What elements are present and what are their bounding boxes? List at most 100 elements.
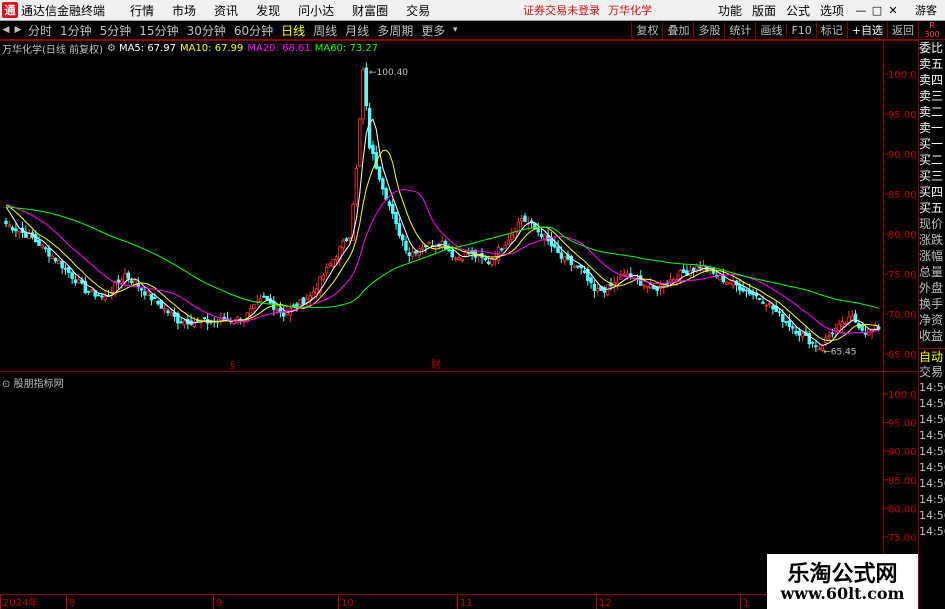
- candle-body: [285, 312, 289, 316]
- candle-body: [724, 281, 729, 285]
- candle-body: [90, 288, 94, 291]
- sub-y-tick-label: 80.00: [888, 504, 917, 515]
- candle-body: [308, 295, 312, 301]
- candle-body: [298, 299, 302, 305]
- quote-label: 委比: [919, 41, 944, 55]
- candle-body: [391, 203, 395, 215]
- candle-body: [73, 279, 78, 284]
- candle-body: [741, 287, 745, 292]
- candle-body: [619, 276, 623, 280]
- candle-body: [400, 234, 405, 241]
- candle-body: [553, 243, 557, 248]
- candle-body: [503, 244, 507, 249]
- quote-label: 买二: [919, 153, 944, 167]
- candle-body: [691, 267, 696, 272]
- candle-body: [328, 263, 332, 266]
- quote-label: 总量: [919, 265, 944, 279]
- sub-y-tick-label: 95.00: [888, 419, 917, 430]
- candle-body: [655, 287, 659, 291]
- candle-body: [605, 284, 610, 296]
- candle-body: [645, 285, 649, 288]
- candle-body: [784, 321, 788, 324]
- candle-body: [767, 303, 772, 305]
- y-tick-label: 95.00: [888, 110, 917, 121]
- candle-body: [354, 168, 359, 205]
- candle-body: [281, 312, 286, 317]
- candle-body: [698, 266, 702, 269]
- candle-body: [265, 295, 269, 301]
- candle-body: [100, 295, 104, 298]
- candle-body: [728, 282, 732, 285]
- auto-label[interactable]: 自动: [919, 348, 945, 364]
- tick-time: 14:56: [919, 445, 945, 458]
- x-tick-label: 12: [599, 598, 612, 609]
- y-tick-label: 85.00: [888, 190, 917, 201]
- candle-body: [252, 304, 256, 310]
- candle-body: [810, 341, 815, 344]
- low-annotation: ←65.45: [823, 347, 856, 357]
- candle-body: [384, 188, 388, 200]
- candle-body: [10, 227, 15, 231]
- candle-body: [53, 257, 58, 262]
- candle-body: [596, 288, 600, 292]
- quote-label: 买五: [919, 201, 944, 215]
- candle-body: [510, 234, 514, 240]
- candle-body: [427, 242, 431, 245]
- event-marker: §: [230, 360, 235, 371]
- tick-time: 14:56: [919, 509, 945, 522]
- candle-body: [718, 275, 722, 281]
- candle-body: [794, 330, 798, 334]
- tick-time: 14:56: [919, 525, 945, 538]
- candle-body: [787, 320, 792, 328]
- candle-body: [258, 298, 263, 302]
- candle-body: [232, 320, 236, 324]
- candle-body: [162, 308, 167, 311]
- sub-y-tick-label: 75.00: [888, 533, 917, 544]
- panel-header[interactable]: R 300: [919, 21, 945, 40]
- candle-body: [486, 261, 491, 265]
- candle-body: [153, 297, 157, 299]
- candle-body: [797, 331, 802, 336]
- guest-login[interactable]: 游客: [915, 2, 937, 18]
- gear-icon[interactable]: ⚙: [107, 43, 116, 54]
- candle-body: [324, 266, 329, 274]
- candle-body: [490, 258, 494, 266]
- candle-body: [681, 269, 686, 273]
- candle-body: [500, 248, 504, 251]
- candle-body: [60, 260, 64, 269]
- candle-body: [331, 259, 335, 267]
- candle-body: [771, 305, 775, 310]
- candle-body: [453, 257, 458, 260]
- candle-body: [179, 321, 183, 324]
- candle-body: [248, 308, 253, 316]
- candle-body: [169, 312, 173, 316]
- candle-body: [67, 267, 71, 273]
- candle-body: [407, 252, 411, 256]
- candle-body: [377, 166, 382, 180]
- candle-body: [850, 315, 854, 321]
- candle-body: [348, 237, 352, 239]
- candle-body: [678, 270, 683, 280]
- candle-body: [63, 267, 68, 270]
- candle-body: [463, 252, 468, 257]
- candle-body: [27, 233, 31, 240]
- kline-chart[interactable]: 100.0 95.00 90.00 85.00 80.00 75.00 70.00 65.00…: [0, 0, 918, 609]
- tick-times: 14:56 14:56 14:56 14:56 14:56 14:56 14:56 14:56…: [919, 380, 945, 540]
- x-tick-label: 10: [341, 598, 354, 609]
- candle-body: [275, 309, 279, 312]
- tick-time: 14:56: [919, 461, 945, 474]
- candle-body: [156, 300, 160, 305]
- candle-body: [166, 310, 170, 314]
- candle-body: [40, 244, 45, 248]
- chevron-down-icon[interactable]: ⊙: [2, 379, 10, 390]
- x-tick-label: 9: [216, 598, 222, 609]
- trade-label: 交易: [919, 365, 944, 379]
- candle-body: [751, 292, 755, 296]
- candle-body: [827, 335, 831, 338]
- tick-time: 14:56: [919, 413, 945, 426]
- quote-label: 卖五: [919, 57, 944, 71]
- candle-body: [615, 281, 620, 285]
- candle-body: [519, 218, 524, 222]
- y-tick-label: 70.00: [888, 310, 917, 321]
- candle-body: [387, 201, 392, 207]
